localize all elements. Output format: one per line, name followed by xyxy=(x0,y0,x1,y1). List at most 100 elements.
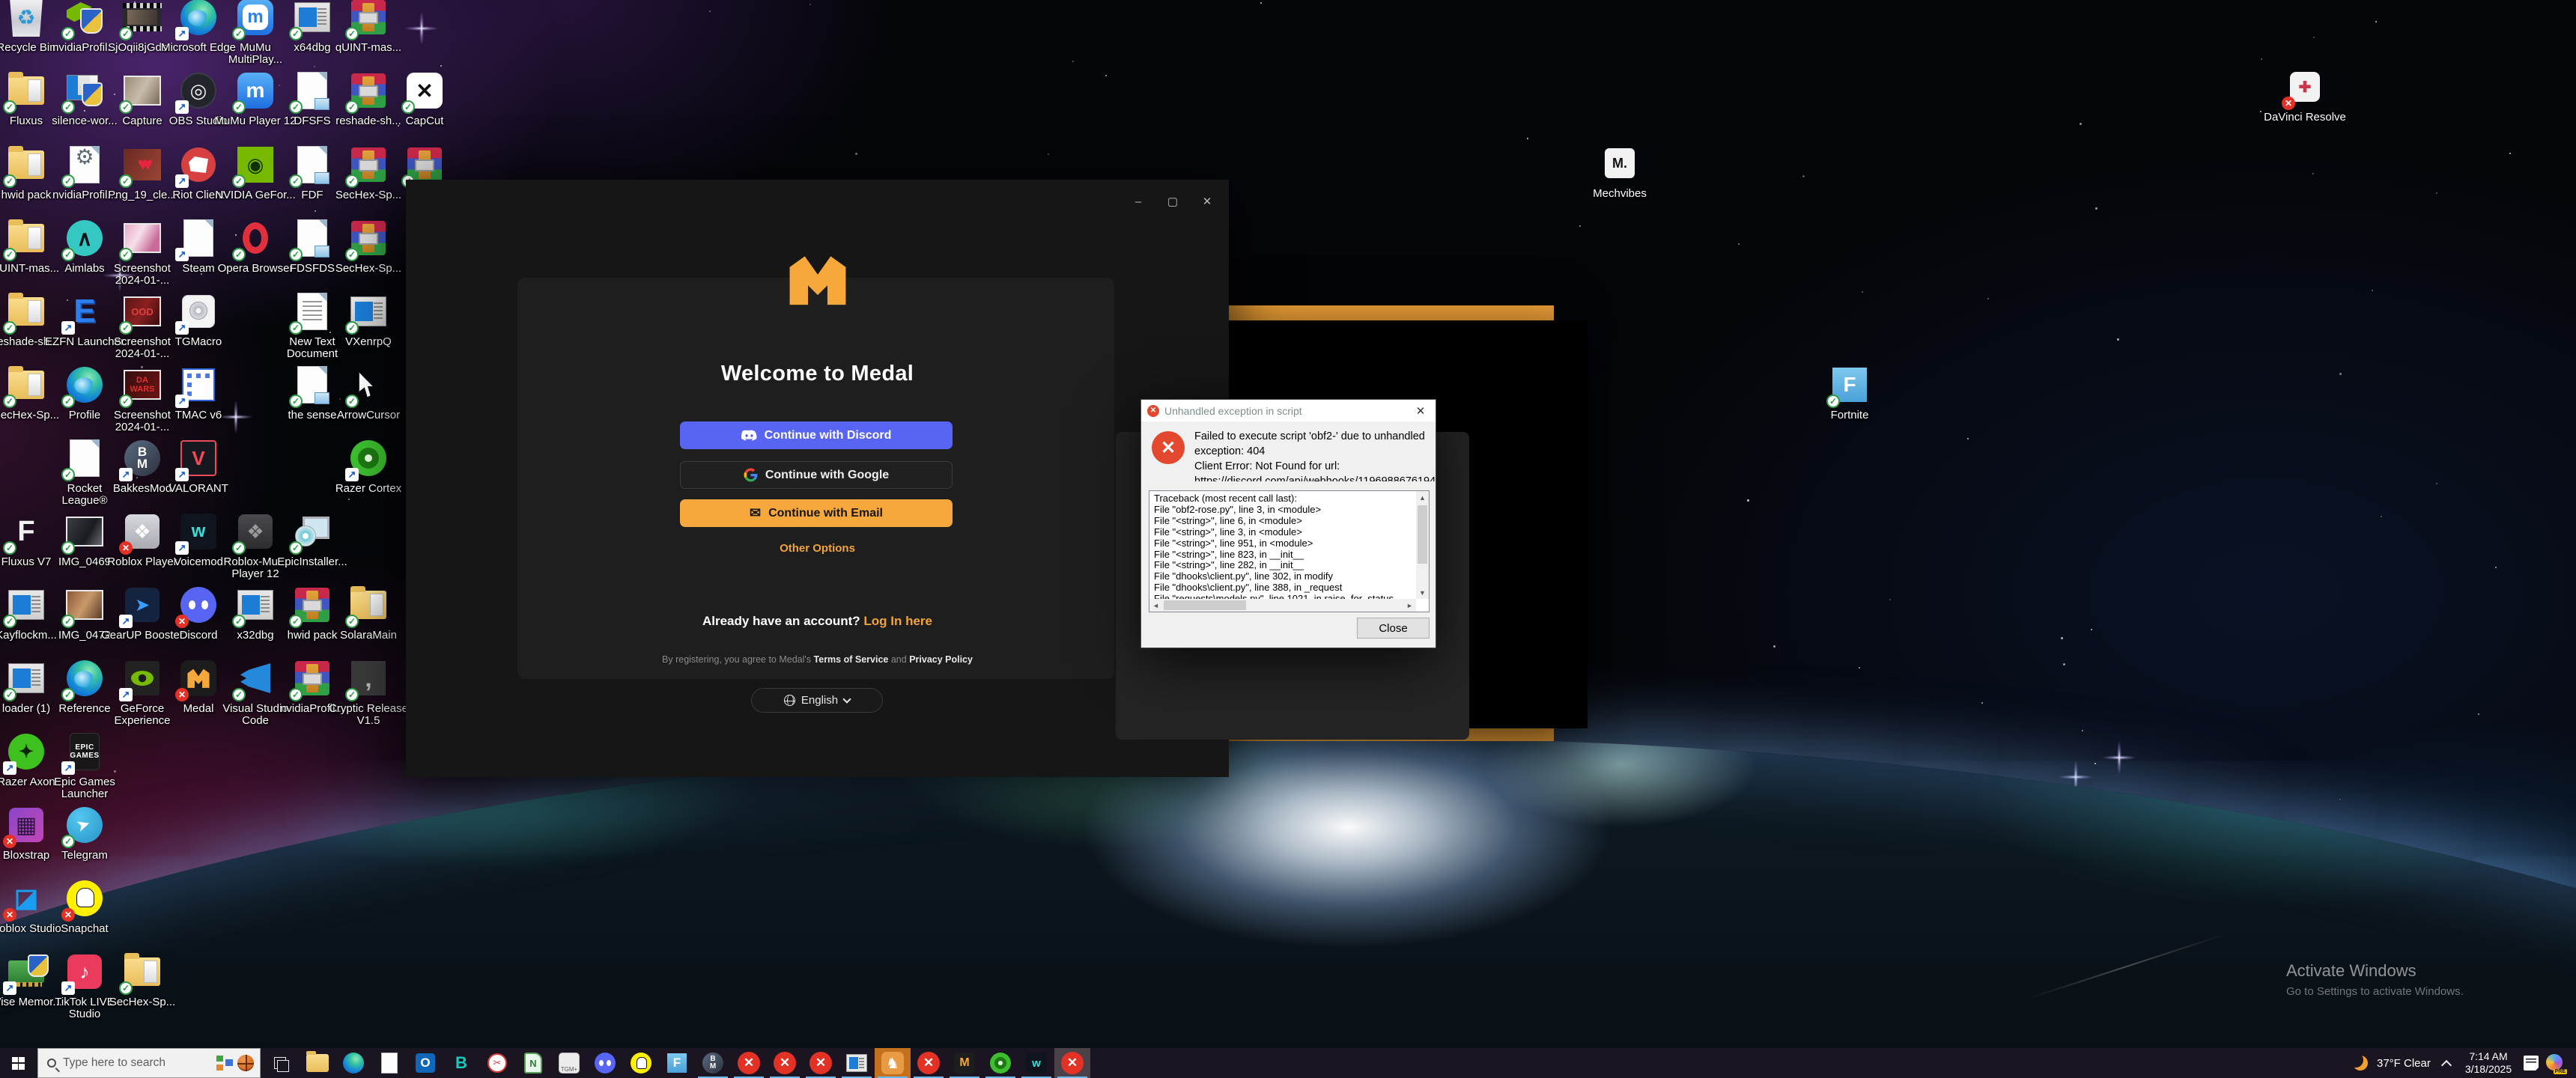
terms-of-service-link[interactable]: Terms of Service xyxy=(814,654,889,665)
taskbar-alarm-app[interactable]: ✂ xyxy=(479,1048,515,1078)
taskbar-medal[interactable]: M xyxy=(947,1048,982,1078)
clock-date: 3/18/2025 xyxy=(2464,1063,2512,1075)
tmac-v6-desktop-icon[interactable]: ↗ TMAC v6 xyxy=(157,364,240,421)
green-check-overlay-icon: ✓ xyxy=(232,27,246,40)
vxenrpq-desktop-icon[interactable]: ✓ VXenrpQ xyxy=(327,290,410,348)
taskbar-search[interactable]: Type here to search xyxy=(37,1048,261,1078)
quint-mas-desktop-icon[interactable]: ✓qUINT-mas... xyxy=(327,0,410,54)
taskbar-notepad[interactable] xyxy=(371,1048,407,1078)
taskbar-voicemod[interactable]: w xyxy=(1018,1048,1054,1078)
task-view-button[interactable] xyxy=(264,1048,297,1078)
taskbar-snapchat[interactable] xyxy=(623,1048,659,1078)
taskbar-microsoft-edge[interactable] xyxy=(335,1048,371,1078)
robloxDark-icon: ❖ ✓ xyxy=(232,511,276,555)
green-check-overlay-icon: ✓ xyxy=(345,321,359,335)
weather-widget[interactable]: 37°F Clear xyxy=(2353,1056,2431,1071)
other-options-link[interactable]: Other Options xyxy=(406,542,1229,555)
green-check-overlay-icon: ✓ xyxy=(3,248,16,261)
language-selector[interactable]: English xyxy=(751,688,883,713)
snapchat-icon xyxy=(631,1053,651,1074)
taskbar-clock[interactable]: 7:14 AM 3/18/2025 xyxy=(2460,1050,2517,1076)
winrar-icon: ✓ xyxy=(345,0,389,40)
epic-games-launcher-desktop-icon[interactable]: EPIC GAMES ↗ Epic Games Launcher xyxy=(43,731,126,800)
taskbar-program-window[interactable] xyxy=(839,1048,875,1078)
green-check-overlay-icon: ✓ xyxy=(61,468,75,481)
microsoft-edge-icon xyxy=(343,1053,364,1074)
epicinstaller-desktop-icon[interactable]: ✓ EpicInstaller... xyxy=(271,511,353,568)
log-in-here-link[interactable]: Log In here xyxy=(863,614,932,628)
razer-cortex-desktop-icon[interactable]: ↗ Razer Cortex xyxy=(327,437,410,495)
taskbar-app-b[interactable]: B xyxy=(443,1048,479,1078)
voicemod-icon: w xyxy=(1026,1053,1047,1074)
taskbar-razer-cortex[interactable] xyxy=(982,1048,1018,1078)
traceback-line: File "<string>", line 823, in __init__ xyxy=(1154,548,1304,560)
solaramain-desktop-icon[interactable]: ✓ SolaraMain xyxy=(327,584,410,642)
green-check-overlay-icon: ✓ xyxy=(345,615,359,628)
minimize-button[interactable]: – xyxy=(1121,190,1155,213)
continue-with-email-button[interactable]: ✉ Continue with Email xyxy=(680,499,953,527)
continue-google-label: Continue with Google xyxy=(765,468,890,481)
taskbar-medal-recorder-active[interactable]: ♞ xyxy=(875,1048,911,1078)
green-check-overlay-icon: ✓ xyxy=(119,100,133,114)
telegram-desktop-icon[interactable]: ➤ ✓ Telegram xyxy=(43,804,126,862)
taskbar-closed-app-1[interactable]: ✕ xyxy=(731,1048,767,1078)
taskbar-closed-app-2[interactable]: ✕ xyxy=(767,1048,803,1078)
taskbar-closed-app-3[interactable]: ✕ xyxy=(803,1048,839,1078)
taskbar-notepad-plus-plus[interactable]: N xyxy=(515,1048,551,1078)
scroll-up-button[interactable]: ▲ xyxy=(1416,491,1429,504)
program-window-icon xyxy=(846,1054,867,1072)
dialog-close-button[interactable]: Close xyxy=(1357,618,1430,639)
error-message-line2: Client Error: Not Found for url: xyxy=(1194,460,1340,472)
mumuSolid-icon: m ✓ xyxy=(232,70,276,114)
taskbar-bakkesmod[interactable]: B M xyxy=(695,1048,731,1078)
hidden-icons-chevron[interactable] xyxy=(2440,1059,2452,1071)
davinci-icon: ✚ ✕ xyxy=(2282,66,2326,110)
taskbar-fortnite[interactable]: F xyxy=(659,1048,695,1078)
taskbar-closed-app-4[interactable]: ✕ xyxy=(911,1048,947,1078)
cryptic-release-v1-5-desktop-icon[interactable]: ‚ ✓ Cryptic Release V1.5 xyxy=(327,657,410,727)
arrowcursor-desktop-icon[interactable]: ✓ ArrowCursor xyxy=(327,364,410,421)
taskbar-outlook[interactable]: O xyxy=(407,1048,443,1078)
taskbar-tgmacro[interactable]: TGM+ xyxy=(551,1048,587,1078)
shortcut-arrow-icon: ↗ xyxy=(119,468,133,481)
snap-icon: ✕ xyxy=(61,877,106,922)
tgmacro-desktop-icon[interactable]: ↗ TGMacro xyxy=(157,290,240,348)
closed-app-4-icon: ✕ xyxy=(917,1052,940,1074)
green-check-overlay-icon: ✓ xyxy=(119,174,133,188)
fortnite-desktop-icon[interactable]: F ✓ Fortnite xyxy=(1808,364,1891,421)
sechex-sp-desktop-icon[interactable]: ✓SecHex-Sp... xyxy=(327,217,410,275)
snapchat-desktop-icon[interactable]: ✕ Snapchat xyxy=(43,877,126,935)
taskbar-file-explorer[interactable] xyxy=(300,1048,335,1078)
taskbar-closed-app-5[interactable]: ✕ xyxy=(1054,1048,1090,1078)
vertical-scrollbar[interactable]: ▲ ▼ xyxy=(1416,491,1429,599)
vertical-scroll-thumb[interactable] xyxy=(1418,505,1427,564)
scroll-down-button[interactable]: ▼ xyxy=(1416,586,1429,599)
capcut-desktop-icon[interactable]: ✕ ✓ CapCut xyxy=(383,70,466,127)
mechvibes-desktop-icon[interactable]: M. Mechvibes xyxy=(1579,142,1661,200)
close-button[interactable]: ✕ xyxy=(1190,190,1224,213)
wise-icon: ↗ xyxy=(3,951,49,995)
welcome-heading: Welcome to Medal xyxy=(720,362,914,386)
dialog-close-x[interactable]: ✕ xyxy=(1406,400,1436,421)
window-icon: ✓ xyxy=(3,584,47,628)
privacy-policy-link[interactable]: Privacy Policy xyxy=(909,654,973,665)
taskbar-discord[interactable] xyxy=(587,1048,623,1078)
start-button[interactable] xyxy=(0,1048,36,1078)
horizontal-scrollbar[interactable]: ◄ ► xyxy=(1149,599,1416,612)
valorant-desktop-icon[interactable]: V ↗ VALORANT xyxy=(157,437,240,495)
shortcut-arrow-icon: ↗ xyxy=(175,468,189,481)
horizontal-scroll-thumb[interactable] xyxy=(1164,600,1246,610)
green-check-overlay-icon: ✓ xyxy=(119,981,133,995)
scroll-left-button[interactable]: ◄ xyxy=(1149,599,1162,612)
continue-with-discord-button[interactable]: Continue with Discord xyxy=(680,421,953,449)
maximize-button[interactable]: ▢ xyxy=(1155,190,1190,213)
continue-with-google-button[interactable]: Continue with Google xyxy=(680,461,953,489)
obs-icon: ◎ ↗ xyxy=(175,70,219,114)
davinci-resolve-desktop-icon[interactable]: ✚ ✕ DaVinci Resolve xyxy=(2264,66,2346,124)
action-center-button[interactable] xyxy=(2524,1056,2539,1071)
scroll-right-button[interactable]: ► xyxy=(1403,599,1416,612)
vscode-icon: ✓ xyxy=(232,657,276,701)
sechex-sp-desktop-icon[interactable]: ✓SecHex-Sp... xyxy=(101,951,183,1008)
green-check-overlay-icon: ✓ xyxy=(289,100,303,114)
copilot-button[interactable]: PRE xyxy=(2546,1054,2567,1074)
